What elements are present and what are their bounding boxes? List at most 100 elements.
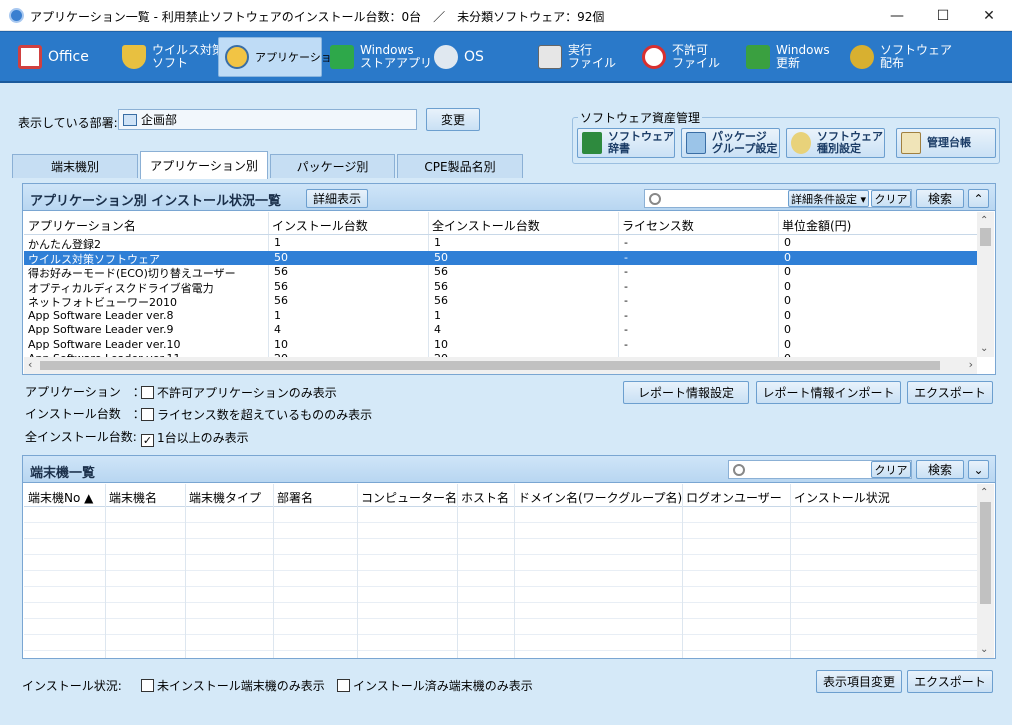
table-cell: 0 [784,308,791,322]
table-cell: 0 [784,279,791,293]
col-app-name[interactable]: アプリケーション名 [28,217,136,234]
forbidden-icon [642,45,666,69]
col-terminal-name[interactable]: 端末機名 [109,489,157,506]
col-dept-name[interactable]: 部署名 [277,489,313,506]
tab-package[interactable]: パッケージ別 [270,154,395,178]
table-cell: - [624,250,628,264]
col-install-count[interactable]: インストール台数 [272,217,368,234]
minimize-button[interactable]: — [874,0,920,31]
change-dept-button[interactable]: 変更 [426,108,480,131]
software-dictionary-button[interactable]: ソフトウェア 辞書 [577,128,675,158]
detail-condition-button[interactable]: 詳細条件設定 ▾ [788,190,869,207]
terminal-export-button[interactable]: エクスポート [907,670,993,693]
toolbar-antivirus[interactable]: ウイルス対策 ソフト [116,37,230,77]
app-clear-button[interactable]: クリア [871,190,911,207]
table-cell: - [624,294,628,307]
table-row[interactable]: App Software Leader ver.8 1 1 - 0 [24,309,977,324]
not-installed-checkbox[interactable]: 未インストール端末機のみ表示 [141,677,325,694]
toolbar-exe[interactable]: 実行 ファイル [532,37,622,77]
col-install-status[interactable]: インストール状況 [794,489,890,506]
table-row[interactable]: App Software Leader ver.9 4 4 - 0 [24,323,977,338]
asset-group-title: ソフトウェア資産管理 [578,109,703,126]
table-cell: 50 [434,250,448,264]
table-cell: 4 [434,323,441,336]
package-icon [686,132,706,154]
software-type-button[interactable]: ソフトウェア 種別設定 [786,128,885,158]
install-status-label: インストール状況: [22,679,122,693]
app-horizontal-scrollbar[interactable]: ‹ › [24,357,977,374]
ledger-button[interactable]: 管理台帳 [896,128,996,158]
table-cell: - [624,236,628,249]
window-title: アプリケーション一覧 - 利用禁止ソフトウェアのインストール台数：0台 ／ 未分… [30,10,605,24]
toolbar-forbidden[interactable]: 不許可 ファイル [636,37,726,77]
checkbox-icon [337,679,350,692]
report-settings-button[interactable]: レポート情報設定 [623,381,749,404]
dept-field[interactable]: 企画部 [118,109,417,130]
toolbar-distribution[interactable]: ソフトウェア 配布 [844,37,958,77]
col-logon-user[interactable]: ログオンユーザー [686,489,782,506]
table-row[interactable]: ウイルス対策ソフトウェア 50 50-0 [24,250,977,266]
book-icon [582,132,602,154]
col-license-count[interactable]: ライセンス数 [622,217,694,234]
install-filter-label: インストール台数 ： [25,407,145,421]
toolbar-windows-store[interactable]: Windows ストアアプリ [324,37,438,77]
disc-icon [791,132,811,154]
table-row[interactable]: 得お好みーモード(ECO)切り替えユーザー 56 56-0 [24,265,977,280]
search-icon [733,463,745,476]
toolbar-application[interactable]: アプリケーション [218,37,343,77]
terminal-search-button[interactable]: 検索 [916,460,964,479]
checkmark-icon: ✓ [141,434,154,447]
app-panel-title: アプリケーション別 インストール状況一覧 [30,194,282,209]
over-license-checkbox[interactable]: ライセンス数を超えているもののみ表示 [141,406,372,423]
exe-icon [538,45,562,69]
app-vertical-scrollbar[interactable]: ⌃ ⌄ [977,212,994,357]
distribution-icon [850,45,874,69]
os-icon [434,45,458,69]
toolbar-windows-update[interactable]: Windows 更新 [740,37,836,77]
one-or-more-checkbox[interactable]: ✓ 1台以上のみ表示 [141,429,249,447]
app-icon [9,8,24,23]
table-cell: 56 [434,265,448,278]
app-search-button[interactable]: 検索 [916,189,964,208]
table-cell: 56 [434,294,448,307]
installed-checkbox[interactable]: インストール済み端末機のみ表示 [337,677,533,694]
expand-icon[interactable]: ⌄ [968,460,989,479]
terminal-panel-title: 端末機一覧 [30,466,96,481]
report-import-button[interactable]: レポート情報インポート [756,381,901,404]
col-terminal-no[interactable]: 端末機No ▲ [28,489,93,506]
close-button[interactable]: ✕ [966,0,1012,31]
checkbox-icon [141,386,154,399]
col-computer-name[interactable]: コンピューター名 [361,489,457,506]
tab-terminal[interactable]: 端末機別 [12,154,138,178]
tab-application[interactable]: アプリケーション別 [140,151,268,179]
table-cell: 56 [274,265,288,278]
toolbar-office[interactable]: Office [12,37,95,77]
terminal-vertical-scrollbar[interactable]: ⌃ ⌄ [977,484,994,658]
col-domain-name[interactable]: ドメイン名(ワークグループ名) [518,489,682,506]
col-all-install-count[interactable]: 全インストール台数 [432,217,540,234]
table-cell: 10 [434,337,448,351]
table-row[interactable]: App Software Leader ver.10 10 10 - 0 [24,338,977,353]
terminal-clear-button[interactable]: クリア [871,461,911,478]
collapse-icon[interactable]: ⌃ [968,189,989,208]
table-row[interactable]: かんたん登録2 1 1-0 [24,236,977,251]
detail-view-button[interactable]: 詳細表示 [306,189,368,208]
table-row[interactable]: オプティカルディスクドライブ省電力 56 56-0 [24,280,977,295]
application-icon [225,45,249,69]
table-row[interactable]: ネットフォトビューワー2010 56 56-0 [24,294,977,309]
checkbox-icon [141,408,154,421]
app-export-button[interactable]: エクスポート [907,381,993,404]
col-unit-price[interactable]: 単位金額(円) [782,217,851,234]
org-icon [123,113,137,126]
col-host-name[interactable]: ホスト名 [461,489,509,506]
all-install-filter-label: 全インストール台数: [25,430,137,444]
col-terminal-type[interactable]: 端末機タイプ [189,489,261,506]
tab-cpe[interactable]: CPE製品名別 [397,154,523,178]
forbidden-only-checkbox[interactable]: 不許可アプリケーションのみ表示 [141,384,337,401]
maximize-button[interactable]: ☐ [920,0,966,31]
package-group-button[interactable]: パッケージ グループ設定 [681,128,780,158]
table-cell: 10 [274,337,288,351]
toolbar-os[interactable]: OS [428,37,490,77]
table-cell: - [624,323,628,336]
column-change-button[interactable]: 表示項目変更 [816,670,902,693]
